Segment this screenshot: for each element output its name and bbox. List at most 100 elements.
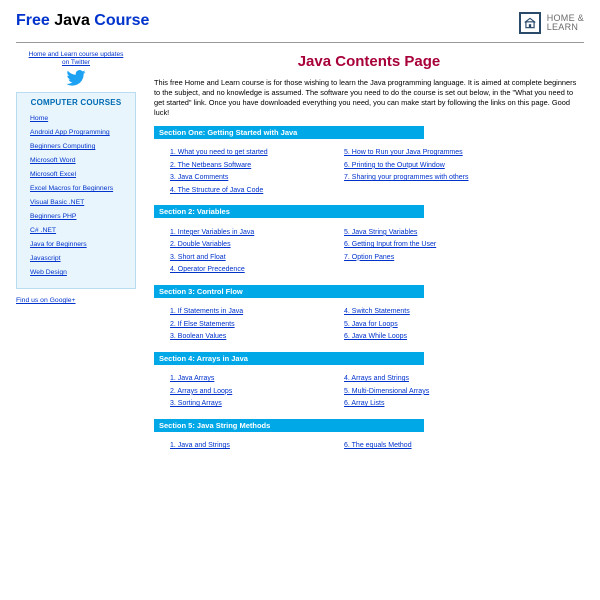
twitter-updates-link[interactable]: Home and Learn course updates on Twitter: [16, 51, 136, 67]
sidebar-item: Web Design: [30, 267, 128, 276]
page-title: Java Contents Page: [154, 53, 584, 70]
sidebar-link[interactable]: Java for Beginners: [30, 241, 87, 248]
lesson-link[interactable]: 1. If Statements in Java: [170, 308, 243, 315]
lesson-item: 2. Double Variables: [170, 239, 320, 248]
sidebar-item: Microsoft Excel: [30, 169, 128, 178]
site-logo: HOME & LEARN: [519, 12, 584, 34]
lesson-item: 4. Arrays and Strings: [344, 373, 494, 382]
lesson-link[interactable]: 2. Double Variables: [170, 241, 231, 248]
lesson-item: 7. Sharing your programmes with others: [344, 172, 494, 181]
sidebar-link[interactable]: Visual Basic .NET: [30, 199, 84, 206]
lesson-link[interactable]: 6. The equals Method: [344, 442, 412, 449]
section-heading: Section One: Getting Started with Java: [154, 126, 424, 139]
courses-title: COMPUTER COURSES: [24, 98, 128, 107]
page-header: Free Java Course HOME & LEARN: [16, 12, 584, 34]
lesson-link[interactable]: 3. Java Comments: [170, 174, 228, 181]
section-columns: 1. If Statements in Java 2. If Else State…: [154, 298, 584, 344]
section-columns: 1. Java Arrays 2. Arrays and Loops 3. Sort…: [154, 365, 584, 411]
section-heading: Section 5: Java String Methods: [154, 419, 424, 432]
section-columns: 1. Integer Variables in Java 2. Double Va…: [154, 218, 584, 277]
lesson-link[interactable]: 2. Arrays and Loops: [170, 388, 232, 395]
link-column: 5. How to Run your Java Programmes 6. Pri…: [344, 144, 494, 198]
title-word-free: Free: [16, 12, 50, 29]
sidebar-item: Excel Macros for Beginners: [30, 183, 128, 192]
lesson-item: 2. If Else Statements: [170, 319, 320, 328]
logo-text: HOME & LEARN: [547, 14, 584, 33]
sidebar-link[interactable]: Microsoft Word: [30, 157, 76, 164]
sidebar-link[interactable]: Home: [30, 115, 48, 122]
lesson-link[interactable]: 2. The Netbeans Software: [170, 162, 251, 169]
lesson-link[interactable]: 5. How to Run your Java Programmes: [344, 149, 463, 156]
lesson-link[interactable]: 5. Java String Variables: [344, 229, 417, 236]
lesson-link[interactable]: 1. Integer Variables in Java: [170, 229, 254, 236]
lesson-link[interactable]: 4. Operator Precedence: [170, 266, 245, 273]
lesson-link[interactable]: 3. Sorting Arrays: [170, 400, 222, 407]
content-section: Section 2: Variables1. Integer Variables…: [154, 205, 584, 277]
lesson-link[interactable]: 5. Java for Loops: [344, 321, 398, 328]
link-column: 4. Switch Statements 5. Java for Loops 6. …: [344, 303, 494, 344]
link-column: 4. Arrays and Strings 5. Multi-Dimensiona…: [344, 370, 494, 411]
lesson-link[interactable]: 6. Array Lists: [344, 400, 384, 407]
lesson-link[interactable]: 7. Sharing your programmes with others: [344, 174, 469, 181]
lesson-item: 1. Java Arrays: [170, 373, 320, 382]
lesson-link[interactable]: 6. Printing to the Output Window: [344, 162, 445, 169]
section-heading: Section 4: Arrays in Java: [154, 352, 424, 365]
lesson-item: 7. Option Panes: [344, 252, 494, 261]
link-column: 1. If Statements in Java 2. If Else State…: [170, 303, 320, 344]
lesson-link[interactable]: 4. Arrays and Strings: [344, 375, 409, 382]
lesson-link[interactable]: 6. Getting Input from the User: [344, 241, 436, 248]
sidebar-link[interactable]: Javascript: [30, 255, 61, 262]
sidebar-item: Beginners PHP: [30, 211, 128, 220]
lesson-item: 6. Getting Input from the User: [344, 239, 494, 248]
lesson-item: 5. How to Run your Java Programmes: [344, 147, 494, 156]
site-title: Free Java Course: [16, 12, 149, 30]
content-section: Section One: Getting Started with Java1.…: [154, 126, 584, 198]
lesson-item: 5. Java for Loops: [344, 319, 494, 328]
sidebar-item: Home: [30, 113, 128, 122]
section-columns: 1. What you need to get started 2. The Ne…: [154, 139, 584, 198]
link-column: 1. Java Arrays 2. Arrays and Loops 3. Sort…: [170, 370, 320, 411]
lesson-item: 3. Sorting Arrays: [170, 398, 320, 407]
content-section: Section 4: Arrays in Java 1. Java Arrays 2…: [154, 352, 584, 411]
lesson-item: 2. The Netbeans Software: [170, 160, 320, 169]
lesson-link[interactable]: 7. Option Panes: [344, 254, 394, 261]
sidebar-link[interactable]: Microsoft Excel: [30, 171, 76, 178]
lesson-item: 3. Boolean Values: [170, 331, 320, 340]
lesson-item: 3. Short and Float: [170, 252, 320, 261]
lesson-item: 1. Java and Strings: [170, 440, 320, 449]
twitter-icon[interactable]: [16, 70, 136, 86]
lesson-link[interactable]: 2. If Else Statements: [170, 321, 235, 328]
intro-text: This free Home and Learn course is for t…: [154, 78, 584, 118]
sidebar-link[interactable]: Beginners PHP: [30, 213, 76, 220]
sidebar-link[interactable]: C# .NET: [30, 227, 56, 234]
lesson-link[interactable]: 4. Switch Statements: [344, 308, 410, 315]
sidebar-link[interactable]: Web Design: [30, 269, 67, 276]
lesson-item: 3. Java Comments: [170, 172, 320, 181]
sidebar-item: Android App Programming: [30, 127, 128, 136]
section-columns: 1. Java and Strings 6. The equals Method: [154, 432, 584, 453]
sidebar-link[interactable]: Excel Macros for Beginners: [30, 185, 113, 192]
lesson-link[interactable]: 6. Java While Loops: [344, 333, 407, 340]
lesson-link[interactable]: 4. The Structure of Java Code: [170, 187, 263, 194]
section-heading: Section 3: Control Flow: [154, 285, 424, 298]
sidebar-link[interactable]: Beginners Computing: [30, 143, 95, 150]
lesson-link[interactable]: 1. Java and Strings: [170, 442, 230, 449]
sidebar: Home and Learn course updates on Twitter…: [16, 51, 136, 461]
lesson-item: 4. The Structure of Java Code: [170, 185, 320, 194]
lesson-link[interactable]: 5. Multi-Dimensional Arrays: [344, 388, 429, 395]
lesson-link[interactable]: 1. What you need to get started: [170, 149, 268, 156]
lesson-link[interactable]: 1. Java Arrays: [170, 375, 214, 382]
title-word-java: Java: [54, 12, 90, 29]
header-divider: [16, 42, 584, 43]
lesson-item: 6. The equals Method: [344, 440, 494, 449]
lesson-item: 1. What you need to get started: [170, 147, 320, 156]
lesson-link[interactable]: 3. Short and Float: [170, 254, 226, 261]
sidebar-item: Javascript: [30, 253, 128, 262]
sidebar-link[interactable]: Android App Programming: [30, 129, 110, 136]
courses-list: Home Android App Programming Beginners Com…: [24, 113, 128, 276]
lesson-item: 4. Operator Precedence: [170, 264, 320, 273]
sidebar-item: Java for Beginners: [30, 239, 128, 248]
lesson-link[interactable]: 3. Boolean Values: [170, 333, 226, 340]
home-learn-icon: [519, 12, 541, 34]
google-plus-link[interactable]: Find us on Google+: [16, 297, 136, 304]
